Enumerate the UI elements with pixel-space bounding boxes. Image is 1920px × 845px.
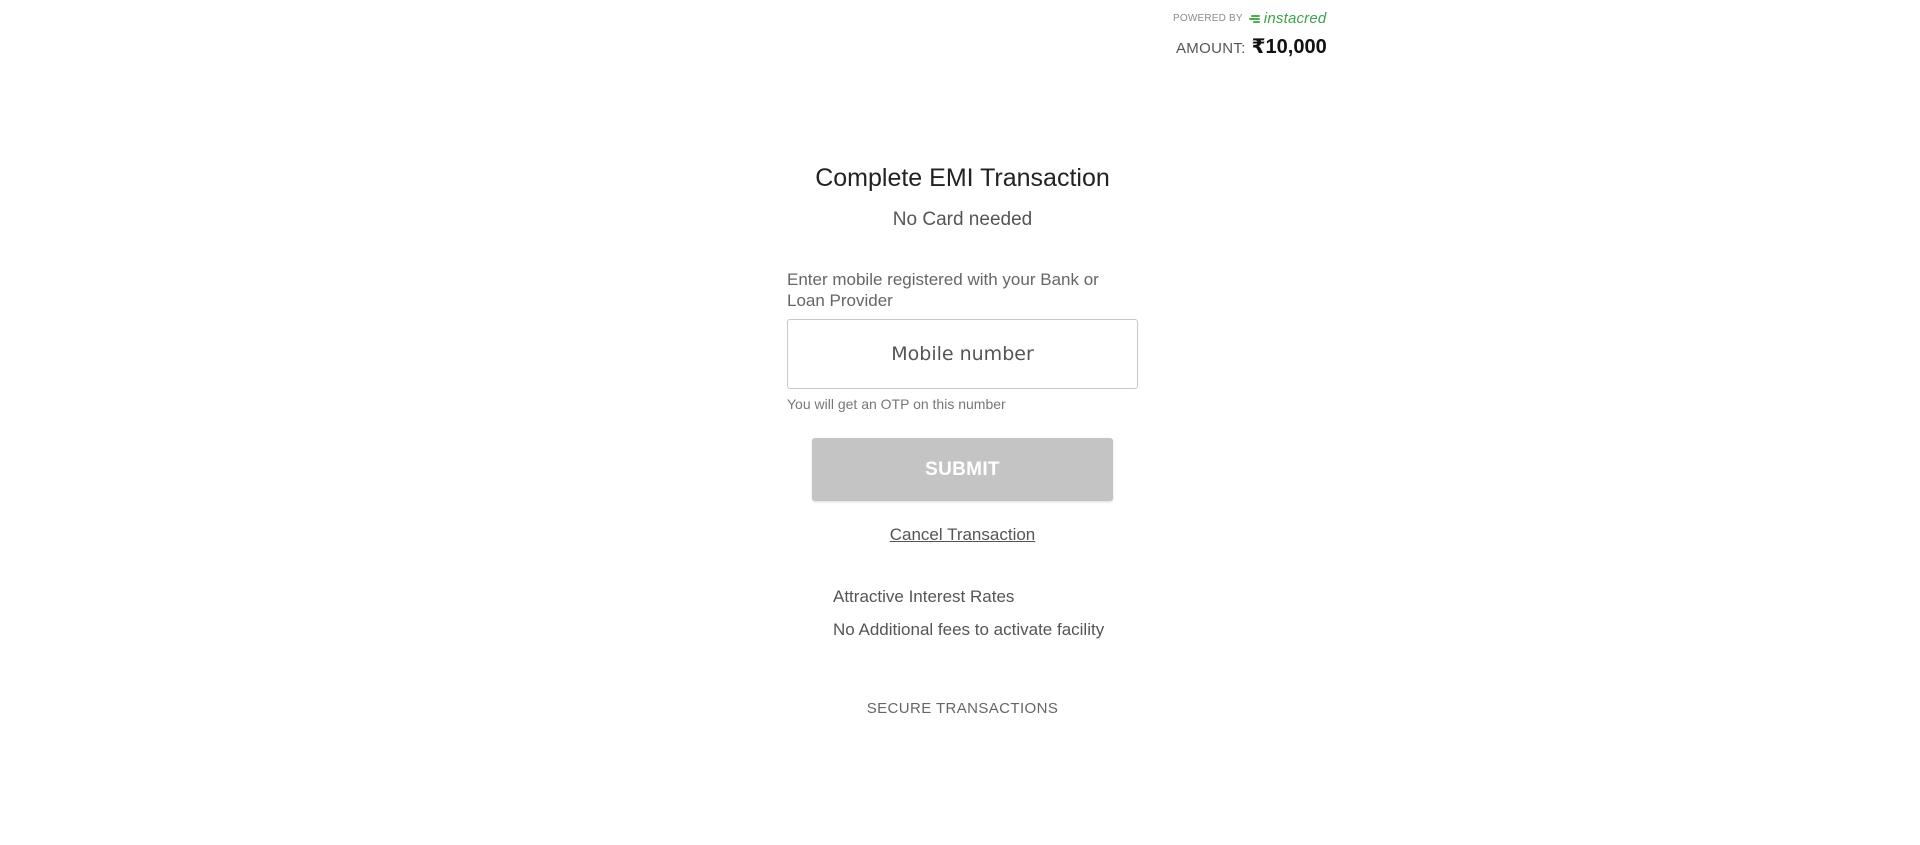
amount-value: ₹10,000 <box>1251 36 1327 58</box>
amount-display: AMOUNT: ₹10,000 <box>1176 34 1327 59</box>
submit-button[interactable]: SUBMIT <box>812 438 1113 501</box>
cancel-transaction-link[interactable]: Cancel Transaction <box>787 525 1138 545</box>
mobile-field-label: Enter mobile registered with your Bank o… <box>787 270 1099 310</box>
feature-item-no-fees: No Additional fees to activate facility <box>833 620 1105 639</box>
otp-hint-text: You will get an OTP on this number <box>787 396 1006 412</box>
page-title: Complete EMI Transaction <box>815 164 1110 192</box>
powered-by-label: POWERED BY <box>1173 13 1243 24</box>
page-subtitle: No Card needed <box>892 209 1033 230</box>
mobile-number-input[interactable] <box>787 319 1138 389</box>
amount-label: AMOUNT: <box>1176 40 1246 57</box>
secure-transactions-label: SECURE TRANSACTIONS <box>866 700 1059 717</box>
powered-by-branding: POWERED BY instacred <box>1173 10 1326 27</box>
instacred-logo-icon <box>1248 15 1260 23</box>
feature-item-interest-rates: Attractive Interest Rates <box>833 587 1015 606</box>
brand-name: instacred <box>1263 10 1327 27</box>
emi-transaction-page: POWERED BY instacred AMOUNT: ₹10,000 Com… <box>0 0 1920 845</box>
features-list: Attractive Interest Rates No Additional … <box>833 580 1104 646</box>
